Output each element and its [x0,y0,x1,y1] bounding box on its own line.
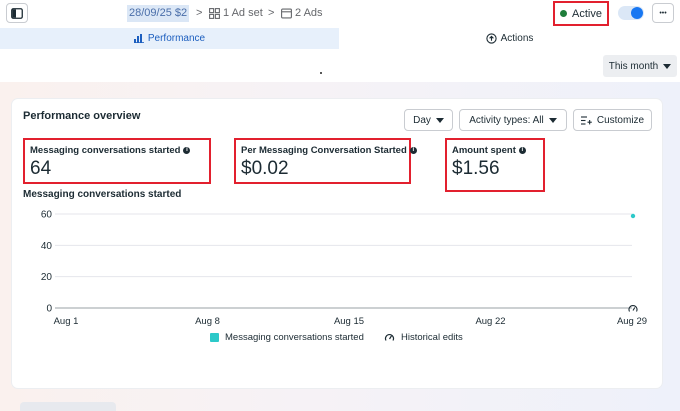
y-tick-label: 20 [41,272,53,283]
caret-down-icon [548,117,557,123]
metric-amount-spent[interactable]: Amount spent i $1.56 [445,138,545,192]
toggle-knob [631,7,643,19]
x-tick-label: Aug 1 [54,316,79,327]
more-options-button[interactable]: ••• [652,3,674,23]
info-icon[interactable]: i [183,147,191,154]
info-icon[interactable]: i [518,147,526,154]
tab-actions[interactable]: Actions [339,28,680,49]
legend-historical-edits[interactable]: Historical edits [384,332,463,343]
next-card-edge [20,402,116,411]
data-point [630,213,636,219]
metric-amount-label: Amount spent [452,145,516,156]
x-tick-label: Aug 22 [475,316,505,327]
granularity-select[interactable]: Day [404,109,453,131]
activity-types-select[interactable]: Activity types: All [459,109,567,131]
chart-title: Messaging conversations started [23,189,182,200]
metric-cost-value: $0.02 [241,158,289,179]
metric-conversations-value: 64 [30,158,52,179]
caret-down-icon [435,117,444,123]
x-tick-label: Aug 15 [334,316,364,327]
y-tick-label: 0 [46,304,52,315]
metric-conversations-label: Messaging conversations started [30,145,181,156]
metric-amount-value: $1.56 [452,158,500,179]
metric-cost-per-conversation[interactable]: Per Messaging Conversation Started i $0.… [234,138,417,184]
status-badge[interactable]: Active [553,1,609,26]
x-tick-label: Aug 29 [617,316,647,327]
ad-rectangle-icon [281,8,292,19]
sidebar-panel-icon [11,7,23,19]
card-title: Performance overview [23,110,141,122]
top-bar: 28/09/25 $2 > 1 Ad set > 2 Ads Active ••… [0,0,680,28]
view-tabs: Performance Actions [0,28,680,49]
breadcrumb-adset[interactable]: 1 Ad set [209,5,263,22]
metric-label: Per Messaging Conversation Started i [241,145,417,156]
metric-label: Amount spent i [452,145,526,156]
info-icon[interactable]: i [409,147,417,154]
metric-label: Messaging conversations started i [30,145,191,156]
historical-edit-marker [628,305,638,312]
tab-actions-label: Actions [500,33,534,44]
legend-series-label: Messaging conversations started [225,332,364,343]
legend-series[interactable]: Messaging conversations started [210,332,364,343]
breadcrumb-ads-label: 2 Ads [295,7,323,19]
y-tick-label: 60 [41,210,53,221]
date-range-label: This month [608,60,659,72]
more-dots-icon: ••• [659,9,667,17]
activity-types-label: Activity types: All [469,114,544,126]
metric-cost-label: Per Messaging Conversation Started [241,145,407,156]
x-tick-label: Aug 8 [195,316,220,327]
breadcrumb-separator: > [196,7,203,19]
toggle-panel-button[interactable] [6,3,28,23]
grid-icon [209,8,220,19]
historical-edit-needle [632,307,636,311]
y-tick-label: 40 [41,241,53,252]
tab-performance[interactable]: Performance [0,28,339,49]
customize-lines-icon [580,115,592,125]
breadcrumb-campaign[interactable]: 28/09/25 $2 [127,5,190,22]
bar-chart-icon [133,34,144,43]
metric-conversations[interactable]: Messaging conversations started i 64 [23,138,211,184]
historical-edits-icon [384,333,395,341]
customize-button[interactable]: Customize [573,109,652,131]
breadcrumb-ads[interactable]: 2 Ads [281,5,323,22]
breadcrumb-separator: > [268,7,275,19]
customize-label: Customize [596,114,645,126]
cursor-dot [320,72,322,74]
legend-swatch [210,333,219,342]
caret-down-icon [663,63,672,69]
active-toggle[interactable] [618,6,644,20]
legend-historical-label: Historical edits [401,332,463,343]
breadcrumb-adset-label: 1 Ad set [223,7,263,19]
tab-performance-label: Performance [147,33,206,44]
status-label: Active [572,7,602,20]
performance-overview-card: Performance overview Day Activity types:… [12,99,662,388]
upload-circle-icon [485,33,497,44]
date-range-select[interactable]: This month [603,55,677,77]
granularity-label: Day [413,114,431,126]
status-dot-icon [560,10,568,17]
